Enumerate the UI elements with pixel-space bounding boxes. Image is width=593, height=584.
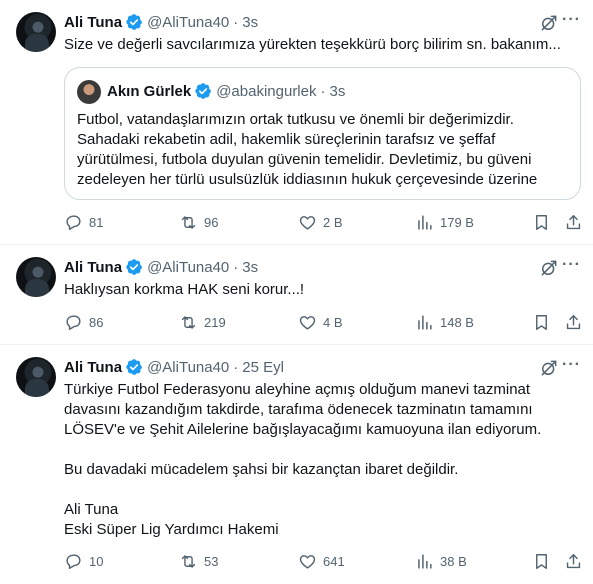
verified-badge-icon (125, 358, 143, 376)
tweet[interactable]: Ali Tuna @AliTuna40 · 25 Eyl ··· Türkiye… (0, 345, 593, 584)
reply-icon (64, 552, 83, 571)
action-bar: 81 96 2 B 179 B (64, 213, 584, 233)
views-button[interactable]: 179 B (415, 213, 474, 232)
bookmark-icon[interactable] (532, 313, 551, 337)
author-name[interactable]: Ali Tuna (64, 14, 122, 31)
share-icon[interactable] (564, 552, 583, 576)
tweet-text: Türkiye Futbol Federasyonu aleyhine açmı… (64, 380, 579, 540)
quoted-timestamp[interactable]: 3s (330, 83, 346, 100)
separator-dot: · (233, 13, 239, 31)
repost-button[interactable]: 96 (179, 213, 218, 232)
tweet-text-line (64, 480, 579, 500)
repost-button[interactable]: 219 (179, 313, 226, 332)
separator-dot: · (233, 358, 239, 376)
author-name[interactable]: Ali Tuna (64, 259, 122, 276)
reply-count: 86 (89, 315, 104, 330)
repost-count: 53 (204, 554, 219, 569)
share-icon[interactable] (564, 213, 583, 237)
tweet-header: Ali Tuna @AliTuna40 · 3s (64, 257, 258, 277)
quoted-text-line: yürütülmesi, futbola duyulan güvenin tem… (77, 151, 532, 168)
quoted-tweet[interactable]: Akın Gürlek @abakingurlek · 3s Futbol, v… (64, 67, 581, 200)
views-button[interactable]: 148 B (415, 313, 474, 332)
tweet-text-line: LÖSEV'e ve Şehit Ailelerine bağışlayacağ… (64, 421, 542, 438)
views-icon (415, 213, 434, 232)
author-handle[interactable]: @AliTuna40 (147, 259, 229, 276)
quoted-text-line: Sahadaki rekabetin adil, hakemlik süreçl… (77, 131, 496, 148)
reply-count: 10 (89, 554, 104, 569)
repost-count: 96 (204, 215, 219, 230)
more-icon[interactable]: ··· (562, 11, 581, 29)
tweet-text-line: Ali Tuna (64, 501, 119, 518)
verified-badge-icon (194, 82, 212, 100)
tweet-text-line: Türkiye Futbol Federasyonu aleyhine açmı… (64, 381, 531, 398)
repost-icon (179, 313, 198, 332)
like-count: 641 (323, 554, 345, 569)
share-icon[interactable] (564, 313, 583, 337)
verified-badge-icon (125, 258, 143, 276)
avatar[interactable] (16, 12, 56, 52)
separator-dot: · (233, 258, 239, 276)
quoted-text: Futbol, vatandaşlarımızın ortak tutkusu … (77, 110, 572, 190)
tweet[interactable]: Ali Tuna @AliTuna40 · 3s ··· Haklıysan k… (0, 245, 593, 345)
avatar[interactable] (16, 357, 56, 397)
view-count: 179 B (440, 215, 474, 230)
tweet-header: Ali Tuna @AliTuna40 · 25 Eyl (64, 357, 284, 377)
quoted-avatar[interactable] (77, 80, 101, 104)
tweet[interactable]: Ali Tuna @AliTuna40 · 3s ··· Size ve değ… (0, 0, 593, 245)
reply-icon (64, 213, 83, 232)
author-handle[interactable]: @AliTuna40 (147, 359, 229, 376)
timestamp[interactable]: 3s (242, 14, 258, 31)
heart-icon (298, 213, 317, 232)
quoted-author-name[interactable]: Akın Gürlek (107, 83, 191, 100)
author-name[interactable]: Ali Tuna (64, 359, 122, 376)
view-count: 38 B (440, 554, 467, 569)
view-count: 148 B (440, 315, 474, 330)
quoted-text-line: Futbol, vatandaşlarımızın ortak tutkusu … (77, 111, 514, 128)
tweet-text-line: Haklıysan korkma HAK seni korur...! (64, 281, 305, 298)
repost-icon (179, 552, 198, 571)
verified-badge-icon (125, 13, 143, 31)
like-button[interactable]: 2 B (298, 213, 343, 232)
tweet-text: Size ve değerli savcılarımıza yürekten t… (64, 35, 579, 55)
tweet-text-line: Size ve değerli savcılarımıza yürekten t… (64, 36, 561, 53)
like-count: 4 B (323, 315, 343, 330)
tweet-text-line: davasını kazandığım takdirde, tarafıma ö… (64, 401, 533, 418)
action-bar: 86 219 4 B 148 B (64, 313, 584, 333)
bookmark-icon[interactable] (532, 213, 551, 237)
bookmark-icon[interactable] (532, 552, 551, 576)
reply-button[interactable]: 81 (64, 213, 103, 232)
views-icon (415, 313, 434, 332)
tweet-text: Haklıysan korkma HAK seni korur...! (64, 280, 579, 300)
like-button[interactable]: 641 (298, 552, 345, 571)
tweet-text-line (64, 440, 579, 460)
views-button[interactable]: 38 B (415, 552, 467, 571)
like-count: 2 B (323, 215, 343, 230)
reply-button[interactable]: 86 (64, 313, 103, 332)
avatar[interactable] (16, 257, 56, 297)
timestamp[interactable]: 3s (242, 259, 258, 276)
tweet-header: Ali Tuna @AliTuna40 · 3s (64, 12, 258, 32)
more-icon[interactable]: ··· (562, 256, 581, 274)
reply-icon (64, 313, 83, 332)
more-icon[interactable]: ··· (562, 356, 581, 374)
separator-dot: · (320, 82, 326, 100)
heart-icon (298, 552, 317, 571)
quoted-author-handle[interactable]: @abakingurlek (216, 83, 316, 100)
views-icon (415, 552, 434, 571)
repost-icon (179, 213, 198, 232)
author-handle[interactable]: @AliTuna40 (147, 14, 229, 31)
heart-icon (298, 313, 317, 332)
reply-button[interactable]: 10 (64, 552, 103, 571)
action-bar: 10 53 641 38 B (64, 552, 584, 572)
reply-count: 81 (89, 215, 104, 230)
tweet-text-line: Bu davadaki mücadelem şahsi bir kazançta… (64, 461, 459, 478)
like-button[interactable]: 4 B (298, 313, 343, 332)
tweet-text-line: Eski Süper Lig Yardımcı Hakemi (64, 521, 279, 538)
quoted-text-line: zedeleyen her türlü usulsüzlük iddiasını… (77, 171, 538, 188)
repost-count: 219 (204, 315, 226, 330)
timestamp[interactable]: 25 Eyl (242, 359, 284, 376)
repost-button[interactable]: 53 (179, 552, 218, 571)
quoted-header: Akın Gürlek @abakingurlek · 3s (107, 82, 345, 100)
